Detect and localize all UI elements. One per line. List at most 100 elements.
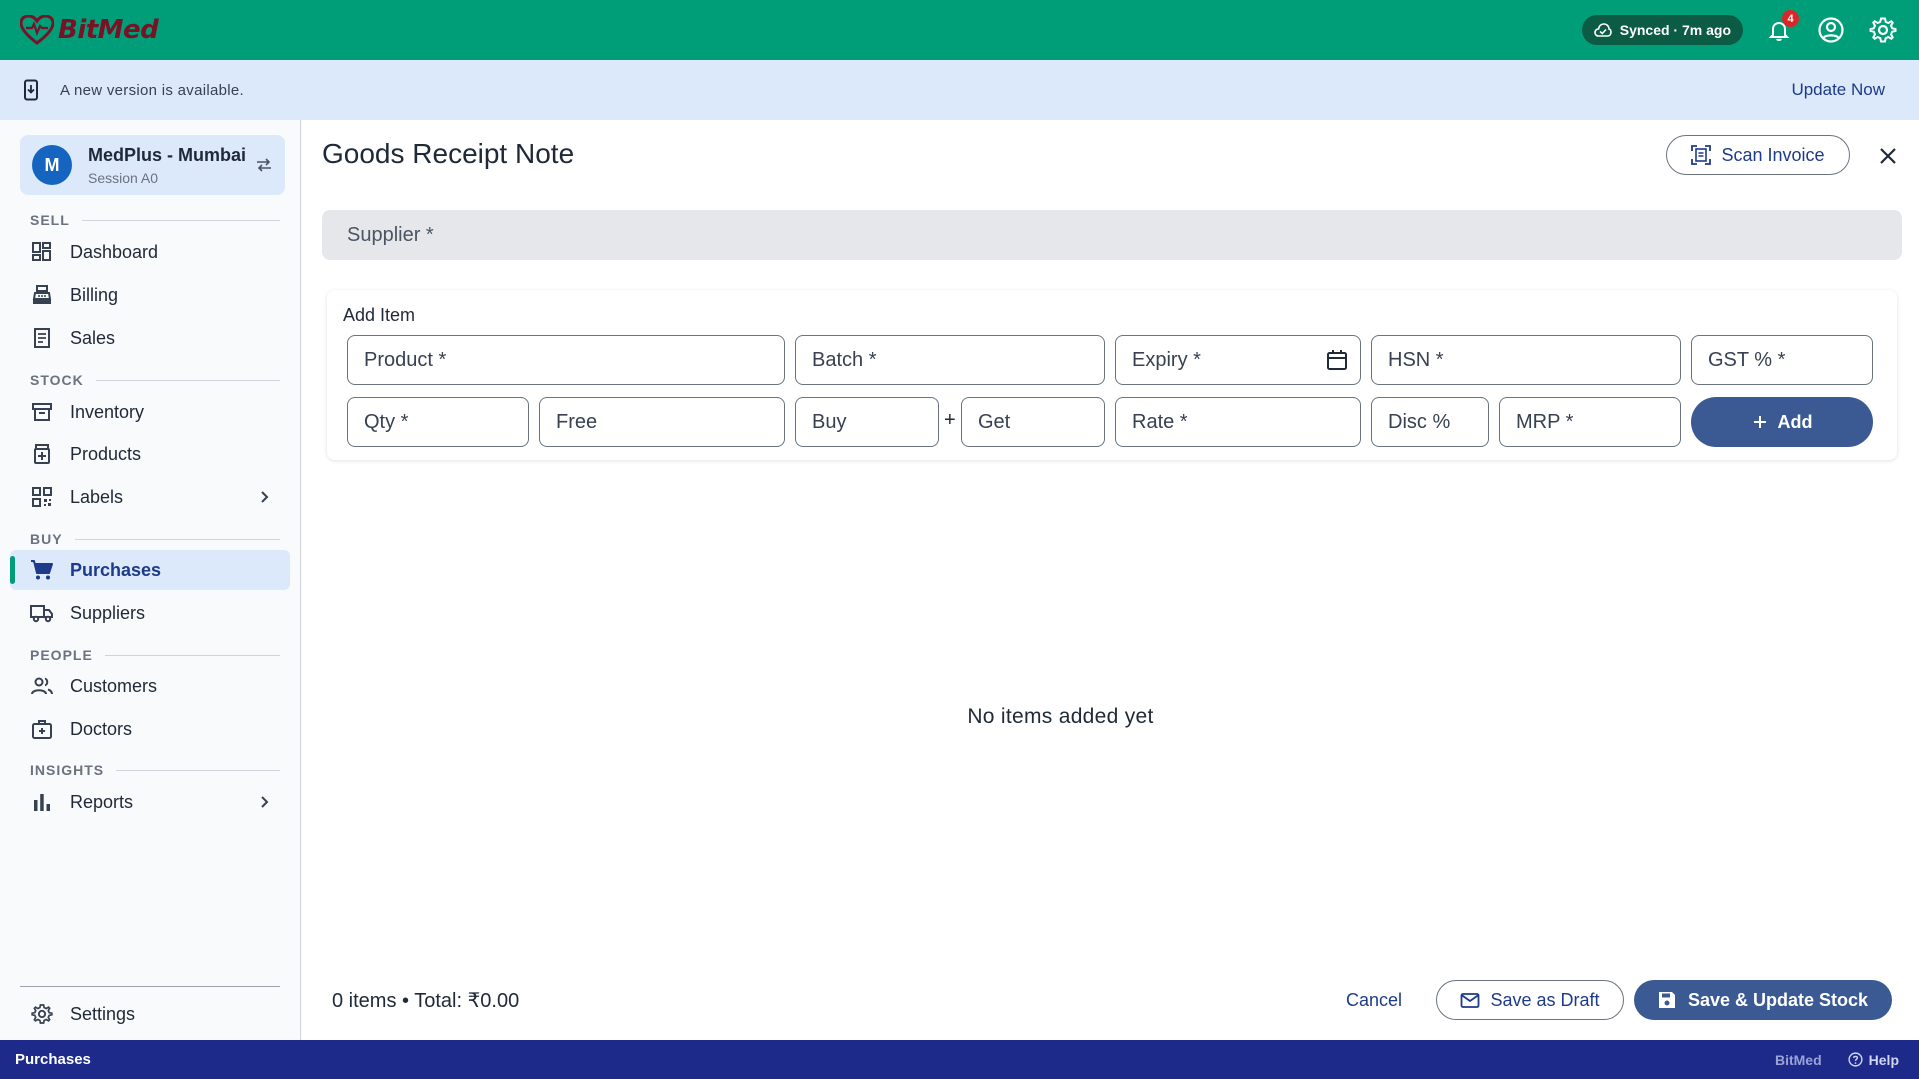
close-icon [1880,148,1896,164]
sync-status[interactable]: Synced · 7m ago [1581,15,1743,45]
receipt-icon [30,326,54,350]
sidebar-item-purchases[interactable]: Purchases [10,550,290,590]
medical-bag-icon [30,717,54,741]
qty-field[interactable] [347,397,529,447]
sidebar-item-label: Sales [70,327,116,348]
save-update-stock-label: Save & Update Stock [1687,989,1869,1010]
mrp-field[interactable] [1499,397,1681,447]
buy-get-separator: + [944,409,956,431]
store-session: Session A0 [88,169,159,186]
sidebar-item-label: Settings [70,1003,136,1024]
sidebar-item-label: Dashboard [70,241,159,262]
cloud-check-icon [1593,23,1612,37]
add-item-card: Add Item + Add [327,290,1897,460]
add-item-title: Add Item [343,305,416,325]
sidebar-item-reports[interactable]: Reports [10,782,290,822]
banner-text: A new version is available. [60,81,245,99]
swap-icon [257,158,271,172]
brand-name: BitMed [58,15,159,45]
sidebar-item-label: Reports [70,791,134,812]
sidebar-item-label: Suppliers [70,602,146,623]
medicine-icon [30,442,54,466]
totals-summary: 0 items • Total: ₹0.00 [332,990,520,1012]
supplier-select[interactable] [322,210,1902,260]
save-update-stock-button[interactable]: Save & Update Stock [1634,980,1892,1020]
scan-invoice-label: Scan Invoice [1721,144,1825,165]
help-icon [1848,1052,1863,1067]
notifications-button[interactable]: 4 [1763,10,1799,46]
store-switcher[interactable]: M MedPlus - Mumbai Session A0 [20,135,285,195]
scan-icon [1691,145,1712,165]
truck-icon [30,601,54,625]
cash-register-icon [30,283,54,307]
section-insights: INSIGHTS [30,762,280,778]
update-now-button[interactable]: Update Now [1791,80,1885,100]
save-draft-label: Save as Draft [1490,989,1600,1010]
sidebar-item-inventory[interactable]: Inventory [10,392,290,432]
sidebar-item-billing[interactable]: Billing [10,275,290,315]
heart-logo-icon [20,15,54,45]
chevron-right-icon [261,796,269,808]
save-draft-button[interactable]: Save as Draft [1436,980,1624,1020]
dashboard-icon [30,240,54,264]
disc-field[interactable] [1371,397,1489,447]
sidebar-item-doctors[interactable]: Doctors [10,709,290,749]
help-link[interactable]: Help [1848,1052,1899,1068]
calendar-icon[interactable] [1325,348,1349,372]
sidebar-item-label: Billing [70,284,119,305]
status-bar: Purchases BitMed Help [0,1040,1919,1079]
help-label: Help [1868,1051,1899,1068]
page-title: Goods Receipt Note [322,138,575,169]
sidebar-item-label: Products [70,443,142,464]
settings-button[interactable] [1867,14,1899,46]
store-name: MedPlus - Mumbai [88,144,247,165]
sidebar-item-customers[interactable]: Customers [10,666,290,706]
close-button[interactable] [1872,140,1904,172]
top-bar: BitMed Synced · 7m ago 4 [0,0,1919,60]
account-circle-icon [1818,17,1844,43]
sidebar-item-settings[interactable]: Settings [10,994,290,1034]
sidebar-item-labels[interactable]: Labels [10,477,290,517]
add-label: Add [1777,411,1813,432]
save-icon [1658,992,1675,1008]
sidebar-item-label: Inventory [70,401,145,422]
active-indicator [10,556,15,584]
batch-field[interactable] [795,335,1105,385]
account-button[interactable] [1815,14,1847,46]
sidebar-item-products[interactable]: Products [10,434,290,474]
sync-text: Synced · 7m ago [1619,22,1731,38]
bar-chart-icon [30,790,54,814]
app-logo[interactable]: BitMed [20,15,159,45]
free-field[interactable] [539,397,785,447]
sidebar-item-label: Customers [70,675,158,696]
gear-icon [30,1002,54,1026]
sidebar: M MedPlus - Mumbai Session A0 SELL Dashb… [0,120,301,1040]
chevron-right-icon [261,491,269,503]
section-stock: STOCK [30,372,280,388]
hsn-field[interactable] [1371,335,1681,385]
empty-state-text: No items added yet [967,705,1154,728]
status-page-name: Purchases [15,1051,91,1068]
sidebar-item-label: Labels [70,486,124,507]
grn-panel: Goods Receipt Note Scan Invoice Add Item… [302,120,1919,1040]
archive-icon [30,400,54,424]
section-sell: SELL [30,212,280,228]
sidebar-item-label: Doctors [70,718,133,739]
scan-invoice-button[interactable]: Scan Invoice [1666,135,1850,175]
sidebar-item-dashboard[interactable]: Dashboard [10,232,290,272]
buy-field[interactable] [795,397,939,447]
sidebar-item-sales[interactable]: Sales [10,318,290,358]
avatar: M [32,145,72,185]
sidebar-item-label: Purchases [70,559,162,580]
get-field[interactable] [961,397,1105,447]
product-field[interactable] [347,335,785,385]
sidebar-item-suppliers[interactable]: Suppliers [10,593,290,633]
plus-icon [1753,416,1766,428]
add-item-button[interactable]: Add [1691,397,1873,447]
cancel-button[interactable]: Cancel [1346,980,1402,1020]
cart-icon [30,558,54,582]
gst-field[interactable] [1691,335,1873,385]
section-people: PEOPLE [30,647,280,663]
gear-icon [1869,17,1897,43]
rate-field[interactable] [1115,397,1361,447]
